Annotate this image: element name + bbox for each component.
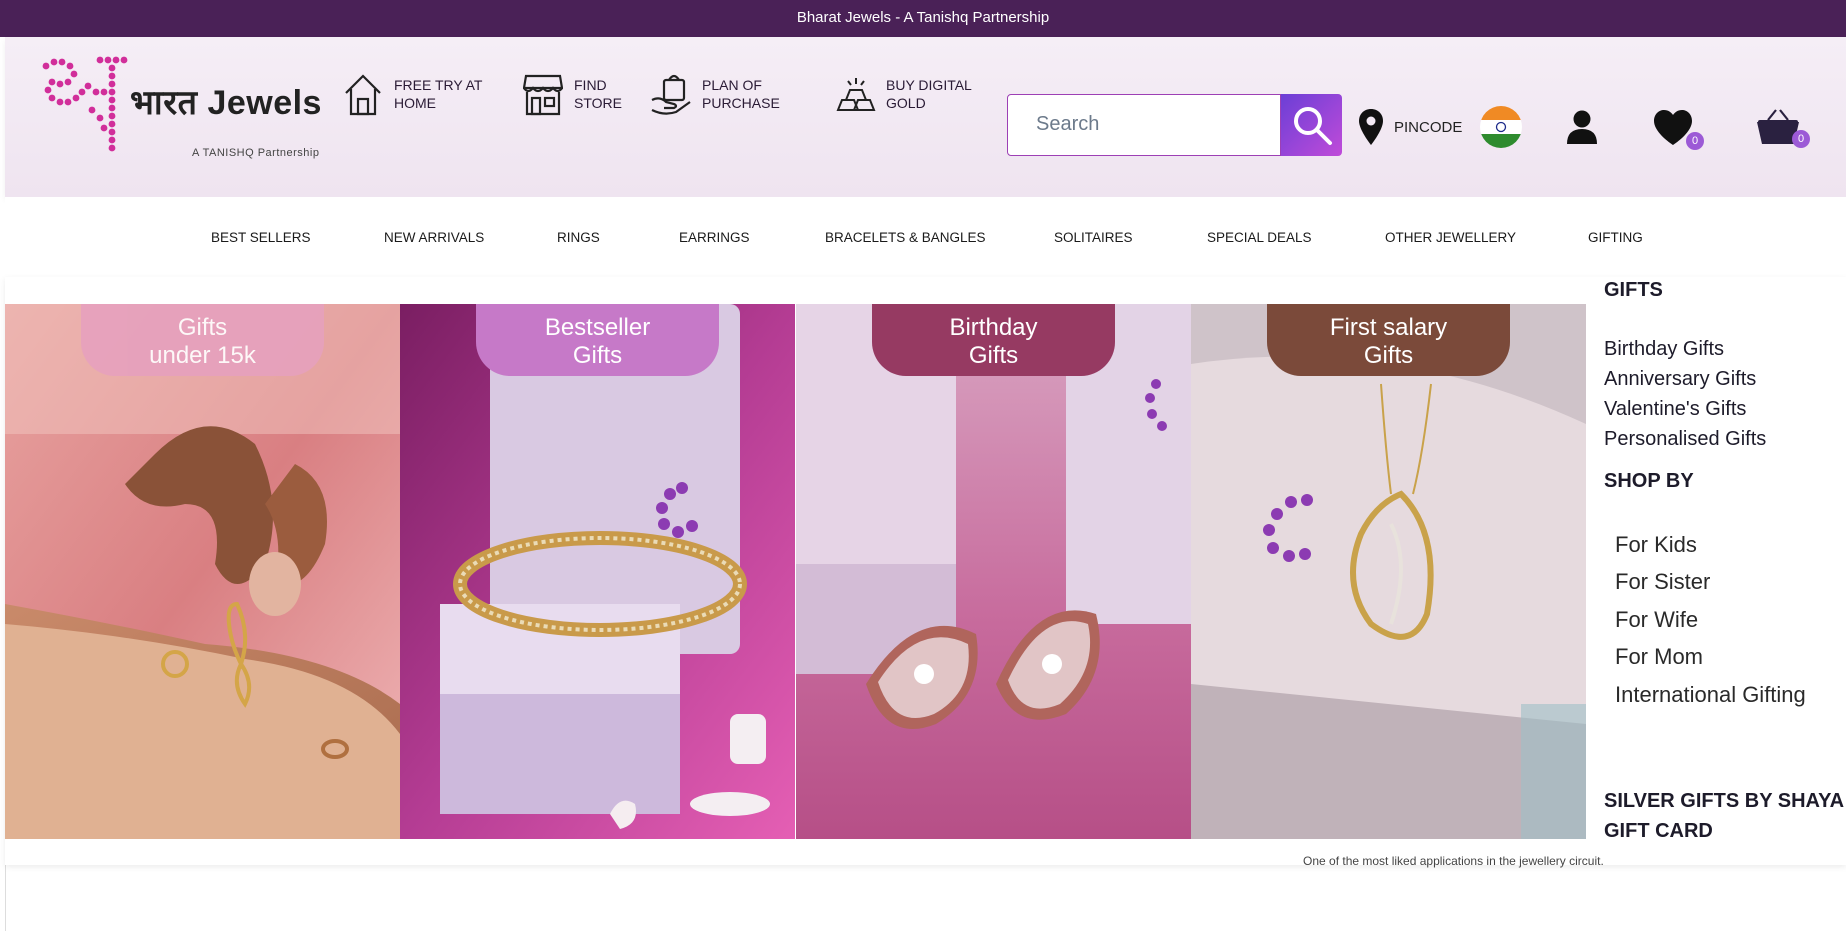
gift-tile-under-15k[interactable]: Gifts under 15k [5, 304, 400, 839]
store-icon [522, 70, 564, 118]
link-gift-card[interactable]: GIFT CARD [1604, 820, 1713, 843]
tile-2-line-1: Bestseller [544, 314, 651, 341]
logo[interactable]: भारत Jewels A TANISHQ Partnership [38, 52, 328, 162]
bangle-on-box-image [400, 304, 795, 839]
tile-3-line-2: Gifts [968, 342, 1019, 369]
nav-new-arrivals[interactable]: NEW ARRIVALS [384, 230, 484, 245]
nav-bracelets-bangles[interactable]: BRACELETS & BANGLES [825, 230, 986, 245]
link-silver-gifts-by-shaya[interactable]: SILVER GIFTS BY SHAYA [1604, 790, 1844, 813]
plan-of-purchase-link[interactable]: PLAN OF PURCHASE [650, 64, 792, 124]
link-for-wife[interactable]: For Wife [1615, 607, 1698, 633]
tile-tag-bestseller: Bestseller Gifts [476, 304, 719, 376]
link-anniversary-gifts[interactable]: Anniversary Gifts [1604, 368, 1756, 391]
gift-tile-bestseller[interactable]: Bestseller Gifts [400, 304, 795, 839]
buy-digital-gold-link[interactable]: BUY DIGITAL GOLD [834, 64, 986, 124]
link-for-mom[interactable]: For Mom [1615, 644, 1703, 670]
pincode-selector[interactable]: PINCODE [1358, 108, 1462, 146]
gifts-heading: GIFTS [1604, 279, 1663, 301]
nav-best-sellers[interactable]: BEST SELLERS [211, 230, 311, 245]
nav-rings[interactable]: RINGS [557, 230, 600, 245]
gold-bars-icon [834, 70, 876, 118]
search-input[interactable] [1008, 95, 1276, 153]
logo-subtitle: A TANISHQ Partnership [192, 147, 320, 159]
gift-tile-first-salary[interactable]: First salary Gifts [1191, 304, 1586, 839]
link-for-kids[interactable]: For Kids [1615, 532, 1697, 558]
find-store-link[interactable]: FIND STORE [522, 64, 634, 124]
tile-4-line-1: First salary [1329, 314, 1448, 341]
user-icon[interactable] [1565, 109, 1599, 145]
link-valentines-gifts[interactable]: Valentine's Gifts [1604, 398, 1746, 421]
nav-other-jewellery[interactable]: OTHER JEWELLERY [1385, 230, 1516, 245]
plan-of-purchase-label: PLAN OF PURCHASE [702, 77, 780, 111]
footer-text-fragment: One of the most liked applications in th… [1303, 854, 1604, 868]
main-nav: BEST SELLERS NEW ARRIVALS RINGS EARRINGS… [5, 197, 1846, 278]
tile-tag-under-15k: Gifts under 15k [81, 304, 324, 376]
search-field[interactable] [1007, 94, 1281, 156]
pendant-image [1191, 304, 1586, 839]
search-button[interactable] [1281, 94, 1342, 156]
logo-name: भारत Jewels [130, 84, 322, 122]
shop-by-heading: SHOP BY [1604, 470, 1694, 492]
tile-1-line-2: under 15k [149, 342, 256, 369]
search-icon [1293, 107, 1332, 145]
buy-digital-gold-label: BUY DIGITAL GOLD [886, 77, 972, 111]
tile-tag-first-salary: First salary Gifts [1267, 304, 1510, 376]
nav-special-deals[interactable]: SPECIAL DEALS [1207, 230, 1312, 245]
hand-with-ring-image [5, 304, 400, 839]
cart-count-badge: 0 [1792, 130, 1810, 148]
india-flag-icon[interactable] [1480, 106, 1522, 148]
link-birthday-gifts[interactable]: Birthday Gifts [1604, 338, 1724, 361]
free-try-at-home-label: FREE TRY AT HOME [394, 77, 483, 111]
gift-tile-birthday[interactable]: Birthday Gifts [796, 304, 1191, 839]
home-icon [342, 70, 384, 118]
tile-2-line-2: Gifts [572, 342, 623, 369]
tile-1-line-1: Gifts [177, 314, 228, 341]
earrings-image [796, 304, 1191, 839]
announcement-bar: Bharat Jewels - A Tanishq Partnership [0, 0, 1846, 37]
free-try-at-home-link[interactable]: FREE TRY AT HOME [342, 64, 494, 124]
map-pin-icon [1359, 109, 1383, 145]
nav-gifting[interactable]: GIFTING [1588, 230, 1643, 245]
link-international-gifting[interactable]: International Gifting [1615, 682, 1806, 708]
wishlist-count-badge: 0 [1686, 132, 1704, 150]
logo-mark-icon [42, 56, 128, 152]
tile-tag-birthday: Birthday Gifts [872, 304, 1115, 376]
cart-button[interactable]: 0 [1756, 108, 1818, 154]
link-for-sister[interactable]: For Sister [1615, 569, 1710, 595]
wishlist-button[interactable]: 0 [1652, 109, 1712, 154]
tile-4-line-2: Gifts [1363, 342, 1414, 369]
pincode-label: PINCODE [1394, 118, 1463, 136]
nav-solitaires[interactable]: SOLITAIRES [1054, 230, 1133, 245]
tile-3-line-1: Birthday [949, 314, 1038, 341]
find-store-label: FIND STORE [574, 77, 622, 111]
link-personalised-gifts[interactable]: Personalised Gifts [1604, 428, 1766, 451]
nav-earrings[interactable]: EARRINGS [679, 230, 750, 245]
hand-bag-icon [650, 70, 692, 118]
